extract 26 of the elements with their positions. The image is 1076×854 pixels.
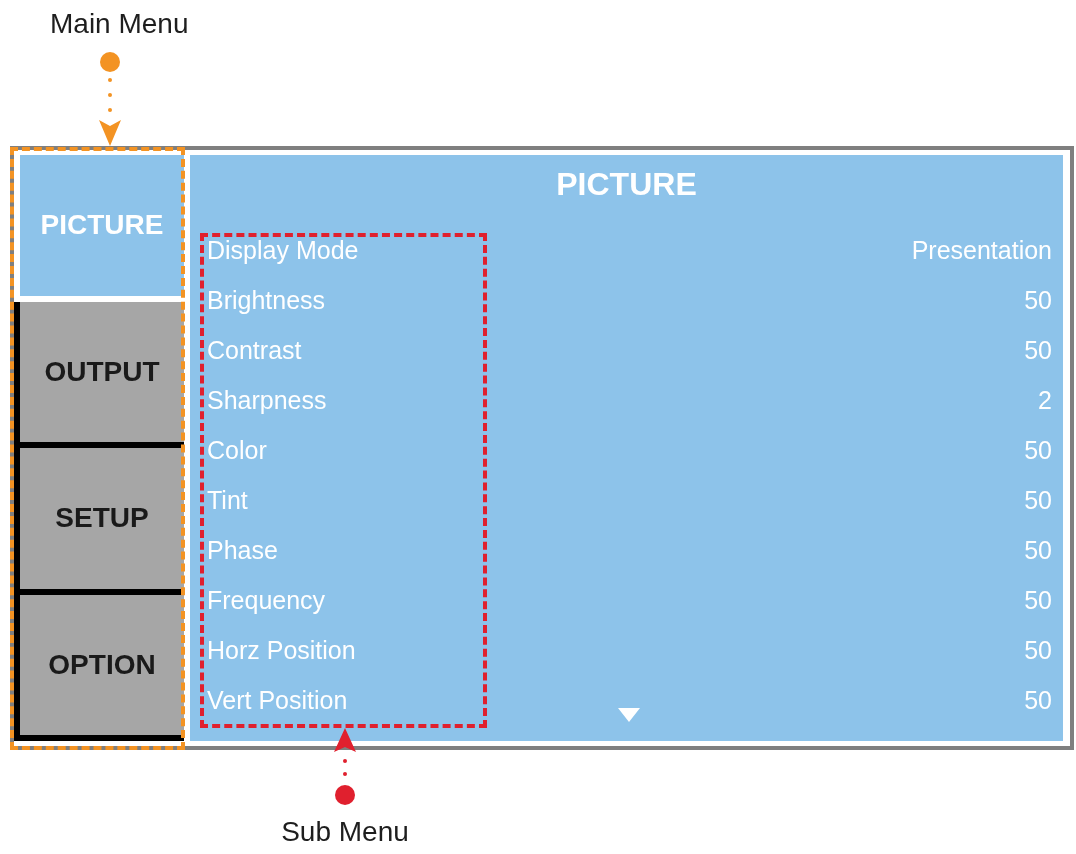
setting-value: 50: [1024, 335, 1052, 365]
setting-label[interactable]: Sharpness: [207, 385, 327, 415]
setting-label[interactable]: Horz Position: [207, 635, 356, 665]
menu-tab[interactable]: OUTPUT: [14, 301, 184, 448]
setting-label[interactable]: Color: [207, 435, 267, 465]
setting-label[interactable]: Brightness: [207, 285, 326, 315]
setting-value: 50: [1024, 535, 1052, 565]
panel-title: PICTURE: [555, 166, 698, 202]
setting-value: Presentation: [911, 235, 1052, 265]
setting-value: 50: [1024, 685, 1052, 715]
setting-value: 50: [1024, 635, 1052, 665]
setting-value: 50: [1024, 285, 1052, 315]
callout-label: Sub Menu: [281, 816, 409, 848]
setting-value: 50: [1024, 585, 1052, 615]
setting-label[interactable]: Tint: [207, 485, 248, 515]
setting-label[interactable]: Phase: [207, 535, 278, 565]
setting-value: 2: [1038, 385, 1052, 415]
setting-label[interactable]: Display Mode: [207, 235, 359, 265]
setting-label[interactable]: Contrast: [207, 335, 302, 365]
menu-tab[interactable]: SETUP: [14, 448, 184, 595]
menu-tab[interactable]: OPTION: [14, 594, 184, 741]
setting-value: 50: [1024, 435, 1052, 465]
callout-label: Main Menu: [50, 8, 189, 40]
setting-label[interactable]: Frequency: [207, 585, 326, 615]
setting-value: 50: [1024, 485, 1052, 515]
setting-label[interactable]: Vert Position: [207, 685, 348, 715]
